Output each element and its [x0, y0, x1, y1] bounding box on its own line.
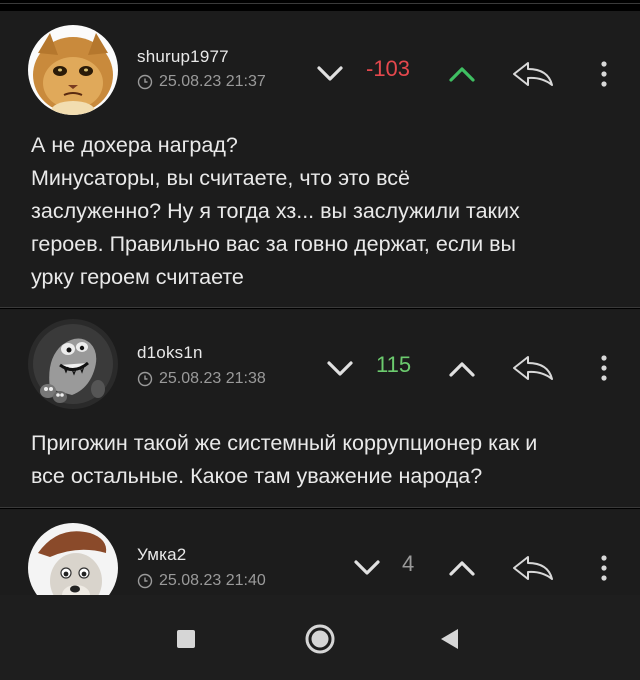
downvote-button[interactable]	[311, 57, 349, 91]
vertical-dots-icon	[601, 555, 607, 581]
upvote-button[interactable]	[443, 551, 481, 585]
reply-arrow-icon	[513, 62, 553, 86]
clock-icon	[137, 371, 153, 387]
home-button[interactable]	[298, 617, 342, 661]
vertical-dots-icon	[601, 61, 607, 87]
reply-arrow-icon	[513, 356, 553, 380]
comment-text: А не дохера наград? Минусаторы, вы счита…	[31, 129, 621, 294]
monster-avatar	[28, 319, 118, 409]
vertical-dots-icon	[601, 355, 607, 381]
upvote-button[interactable]	[443, 352, 481, 386]
username[interactable]: shurup1977	[137, 47, 229, 67]
top-divider	[0, 3, 640, 11]
text-line: Пригожин такой же системный коррупционер…	[31, 431, 538, 455]
clock-icon	[137, 573, 153, 589]
timestamp: 25.08.23 21:40	[137, 572, 266, 590]
more-options-button[interactable]	[594, 549, 614, 587]
recent-apps-square-icon	[177, 630, 195, 648]
text-line: А не дохера наград?	[31, 133, 238, 157]
text-line: Минусаторы, вы считаете, что это всё	[31, 166, 411, 190]
clock-icon	[137, 74, 153, 90]
bear-cub-avatar	[28, 523, 118, 595]
avatar[interactable]	[28, 523, 118, 595]
timestamp-text: 25.08.23 21:37	[159, 73, 266, 90]
text-line: заслуженно? Ну я тогда хз... вы заслужил…	[31, 199, 520, 223]
comment-card: shurup1977 25.08.23 21:37 -103 А не дохе…	[0, 11, 640, 307]
timestamp-text: 25.08.23 21:38	[159, 370, 266, 387]
reply-button[interactable]	[510, 55, 556, 93]
reply-arrow-icon	[513, 556, 553, 580]
chevron-down-icon	[317, 66, 343, 81]
downvote-button[interactable]	[321, 352, 359, 386]
system-navigation-bar	[0, 595, 640, 680]
chevron-up-icon	[449, 362, 475, 377]
text-line: урку героем считаете	[31, 265, 244, 289]
comment-card: d1oks1n 25.08.23 21:38 115 Пригожин тако…	[0, 309, 640, 507]
avatar[interactable]	[28, 319, 118, 409]
timestamp: 25.08.23 21:38	[137, 370, 266, 388]
avatar[interactable]	[28, 25, 118, 115]
comment-text: Пригожин такой же системный коррупционер…	[31, 427, 621, 493]
text-line: все остальные. Какое там уважение народа…	[31, 464, 483, 488]
more-options-button[interactable]	[594, 349, 614, 387]
chevron-up-icon	[449, 561, 475, 576]
more-options-button[interactable]	[594, 55, 614, 93]
chevron-down-icon	[354, 560, 380, 575]
timestamp: 25.08.23 21:37	[137, 73, 266, 91]
username[interactable]: Умка2	[137, 545, 186, 565]
back-triangle-icon	[441, 629, 458, 649]
downvote-button[interactable]	[348, 551, 386, 585]
timestamp-text: 25.08.23 21:40	[159, 572, 266, 589]
score: 4	[402, 551, 415, 576]
chevron-up-icon	[449, 67, 475, 82]
chevron-down-icon	[327, 361, 353, 376]
reply-button[interactable]	[510, 549, 556, 587]
reply-button[interactable]	[510, 349, 556, 387]
score: -103	[366, 56, 411, 81]
back-button[interactable]	[428, 617, 472, 661]
comment-card: Умка2 25.08.23 21:40 4	[0, 509, 640, 595]
cat-avatar	[28, 25, 118, 115]
text-line: героев. Правильно вас за говно держат, е…	[31, 232, 516, 256]
score: 115	[376, 352, 412, 377]
home-circle-icon	[305, 624, 335, 654]
upvote-button[interactable]	[443, 57, 481, 91]
recent-apps-button[interactable]	[164, 617, 208, 661]
username[interactable]: d1oks1n	[137, 343, 203, 363]
